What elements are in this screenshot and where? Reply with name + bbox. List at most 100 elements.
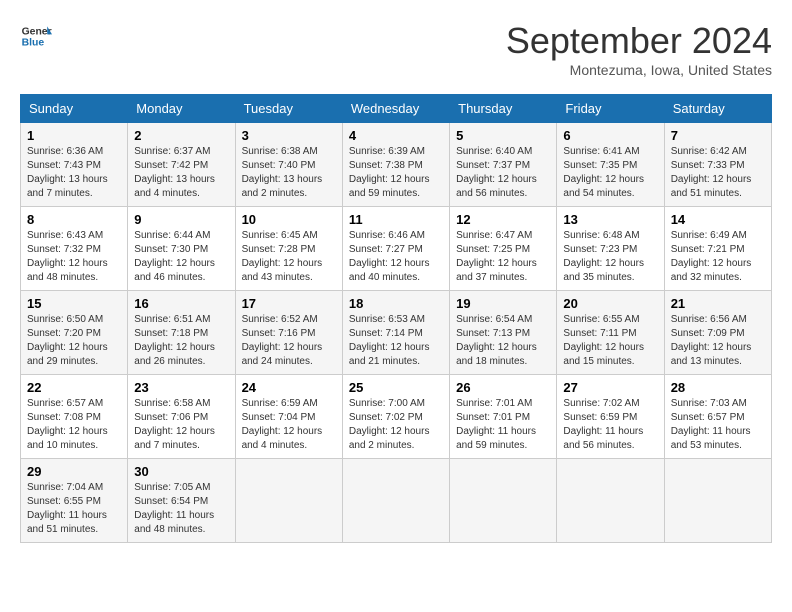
day-number: 13: [563, 212, 657, 227]
calendar-row: 1 Sunrise: 6:36 AMSunset: 7:43 PMDaylight…: [21, 123, 772, 207]
day-number: 22: [27, 380, 121, 395]
cell-content: Sunrise: 6:48 AMSunset: 7:23 PMDaylight:…: [563, 229, 657, 285]
cell-content: Sunrise: 6:44 AMSunset: 7:30 PMDaylight:…: [134, 229, 228, 285]
calendar-cell: 27 Sunrise: 7:02 AMSunset: 6:59 PMDayligh…: [557, 375, 664, 459]
calendar-cell: [450, 459, 557, 543]
calendar-cell: 26Sunrise: 7:01 AMSunset: 7:01 PMDayligh…: [450, 375, 557, 459]
calendar-row: 29 Sunrise: 7:04 AMSunset: 6:55 PMDayligh…: [21, 459, 772, 543]
cell-content: Sunrise: 7:01 AMSunset: 7:01 PMDaylight:…: [456, 397, 550, 453]
cell-content: Sunrise: 7:05 AMSunset: 6:54 PMDaylight:…: [134, 481, 228, 537]
cell-content: Sunrise: 6:59 AMSunset: 7:04 PMDaylight:…: [242, 397, 336, 453]
day-number: 29: [27, 464, 121, 479]
calendar-cell: 24 Sunrise: 6:59 AMSunset: 7:04 PMDayligh…: [235, 375, 342, 459]
calendar-cell: 20Sunrise: 6:55 AMSunset: 7:11 PMDayligh…: [557, 291, 664, 375]
col-monday: Monday: [128, 95, 235, 123]
cell-content: Sunrise: 6:53 AMSunset: 7:14 PMDaylight:…: [349, 313, 443, 369]
calendar-row: 15 Sunrise: 6:50 AMSunset: 7:20 PMDayligh…: [21, 291, 772, 375]
calendar-cell: 19 Sunrise: 6:54 AMSunset: 7:13 PMDayligh…: [450, 291, 557, 375]
calendar-cell: 30 Sunrise: 7:05 AMSunset: 6:54 PMDayligh…: [128, 459, 235, 543]
cell-content: Sunrise: 6:43 AMSunset: 7:32 PMDaylight:…: [27, 229, 121, 285]
calendar-header-row: Sunday Monday Tuesday Wednesday Thursday…: [21, 95, 772, 123]
cell-content: Sunrise: 6:41 AMSunset: 7:35 PMDaylight:…: [563, 145, 657, 201]
calendar-cell: 21 Sunrise: 6:56 AMSunset: 7:09 PMDayligh…: [664, 291, 771, 375]
calendar-cell: [342, 459, 449, 543]
day-number: 14: [671, 212, 765, 227]
col-wednesday: Wednesday: [342, 95, 449, 123]
day-number: 10: [242, 212, 336, 227]
calendar-cell: 8 Sunrise: 6:43 AMSunset: 7:32 PMDaylight…: [21, 207, 128, 291]
calendar-cell: [664, 459, 771, 543]
cell-content: Sunrise: 6:57 AMSunset: 7:08 PMDaylight:…: [27, 397, 121, 453]
cell-content: Sunrise: 6:38 AMSunset: 7:40 PMDaylight:…: [242, 145, 336, 201]
cell-content: Sunrise: 6:37 AMSunset: 7:42 PMDaylight:…: [134, 145, 228, 201]
calendar-table: Sunday Monday Tuesday Wednesday Thursday…: [20, 94, 772, 543]
calendar-cell: 17 Sunrise: 6:52 AMSunset: 7:16 PMDayligh…: [235, 291, 342, 375]
day-number: 7: [671, 128, 765, 143]
calendar-cell: 5 Sunrise: 6:40 AMSunset: 7:37 PMDaylight…: [450, 123, 557, 207]
calendar-row: 8 Sunrise: 6:43 AMSunset: 7:32 PMDaylight…: [21, 207, 772, 291]
calendar-cell: 6Sunrise: 6:41 AMSunset: 7:35 PMDaylight…: [557, 123, 664, 207]
svg-text:Blue: Blue: [22, 38, 45, 49]
calendar-cell: 9 Sunrise: 6:44 AMSunset: 7:30 PMDaylight…: [128, 207, 235, 291]
logo-icon: General Blue: [20, 20, 52, 52]
cell-content: Sunrise: 6:46 AMSunset: 7:27 PMDaylight:…: [349, 229, 443, 285]
day-number: 12: [456, 212, 550, 227]
day-number: 11: [349, 212, 443, 227]
day-number: 5: [456, 128, 550, 143]
day-number: 24: [242, 380, 336, 395]
calendar-cell: 13 Sunrise: 6:48 AMSunset: 7:23 PMDayligh…: [557, 207, 664, 291]
day-number: 9: [134, 212, 228, 227]
cell-content: Sunrise: 7:03 AMSunset: 6:57 PMDaylight:…: [671, 397, 765, 453]
calendar-cell: [557, 459, 664, 543]
calendar-cell: 14 Sunrise: 6:49 AMSunset: 7:21 PMDayligh…: [664, 207, 771, 291]
calendar-cell: 10 Sunrise: 6:45 AMSunset: 7:28 PMDayligh…: [235, 207, 342, 291]
page-header: General Blue September 2024 Montezuma, I…: [20, 20, 772, 78]
day-number: 28: [671, 380, 765, 395]
col-thursday: Thursday: [450, 95, 557, 123]
cell-content: Sunrise: 6:52 AMSunset: 7:16 PMDaylight:…: [242, 313, 336, 369]
cell-content: Sunrise: 6:39 AMSunset: 7:38 PMDaylight:…: [349, 145, 443, 201]
calendar-cell: 22 Sunrise: 6:57 AMSunset: 7:08 PMDayligh…: [21, 375, 128, 459]
day-number: 1: [27, 128, 121, 143]
calendar-cell: 12Sunrise: 6:47 AMSunset: 7:25 PMDayligh…: [450, 207, 557, 291]
day-number: 16: [134, 296, 228, 311]
calendar-cell: 1 Sunrise: 6:36 AMSunset: 7:43 PMDaylight…: [21, 123, 128, 207]
day-number: 17: [242, 296, 336, 311]
col-friday: Friday: [557, 95, 664, 123]
calendar-row: 22 Sunrise: 6:57 AMSunset: 7:08 PMDayligh…: [21, 375, 772, 459]
cell-content: Sunrise: 6:40 AMSunset: 7:37 PMDaylight:…: [456, 145, 550, 201]
calendar-cell: 7 Sunrise: 6:42 AMSunset: 7:33 PMDaylight…: [664, 123, 771, 207]
cell-content: Sunrise: 7:02 AMSunset: 6:59 PMDaylight:…: [563, 397, 657, 453]
col-saturday: Saturday: [664, 95, 771, 123]
calendar-cell: 15 Sunrise: 6:50 AMSunset: 7:20 PMDayligh…: [21, 291, 128, 375]
cell-content: Sunrise: 7:04 AMSunset: 6:55 PMDaylight:…: [27, 481, 121, 537]
day-number: 30: [134, 464, 228, 479]
title-area: September 2024 Montezuma, Iowa, United S…: [506, 20, 772, 78]
calendar-cell: 4Sunrise: 6:39 AMSunset: 7:38 PMDaylight…: [342, 123, 449, 207]
day-number: 19: [456, 296, 550, 311]
cell-content: Sunrise: 6:36 AMSunset: 7:43 PMDaylight:…: [27, 145, 121, 201]
day-number: 21: [671, 296, 765, 311]
cell-content: Sunrise: 6:50 AMSunset: 7:20 PMDaylight:…: [27, 313, 121, 369]
day-number: 27: [563, 380, 657, 395]
calendar-cell: 16 Sunrise: 6:51 AMSunset: 7:18 PMDayligh…: [128, 291, 235, 375]
day-number: 8: [27, 212, 121, 227]
cell-content: Sunrise: 6:51 AMSunset: 7:18 PMDaylight:…: [134, 313, 228, 369]
calendar-cell: 25Sunrise: 7:00 AMSunset: 7:02 PMDayligh…: [342, 375, 449, 459]
calendar-cell: 2Sunrise: 6:37 AMSunset: 7:42 PMDaylight…: [128, 123, 235, 207]
day-number: 23: [134, 380, 228, 395]
cell-content: Sunrise: 6:54 AMSunset: 7:13 PMDaylight:…: [456, 313, 550, 369]
cell-content: Sunrise: 6:45 AMSunset: 7:28 PMDaylight:…: [242, 229, 336, 285]
cell-content: Sunrise: 6:42 AMSunset: 7:33 PMDaylight:…: [671, 145, 765, 201]
calendar-cell: 18Sunrise: 6:53 AMSunset: 7:14 PMDayligh…: [342, 291, 449, 375]
cell-content: Sunrise: 6:56 AMSunset: 7:09 PMDaylight:…: [671, 313, 765, 369]
cell-content: Sunrise: 6:49 AMSunset: 7:21 PMDaylight:…: [671, 229, 765, 285]
day-number: 3: [242, 128, 336, 143]
month-title: September 2024: [506, 20, 772, 62]
calendar-cell: [235, 459, 342, 543]
cell-content: Sunrise: 7:00 AMSunset: 7:02 PMDaylight:…: [349, 397, 443, 453]
calendar-cell: 23Sunrise: 6:58 AMSunset: 7:06 PMDayligh…: [128, 375, 235, 459]
col-sunday: Sunday: [21, 95, 128, 123]
logo: General Blue: [20, 20, 56, 52]
day-number: 15: [27, 296, 121, 311]
